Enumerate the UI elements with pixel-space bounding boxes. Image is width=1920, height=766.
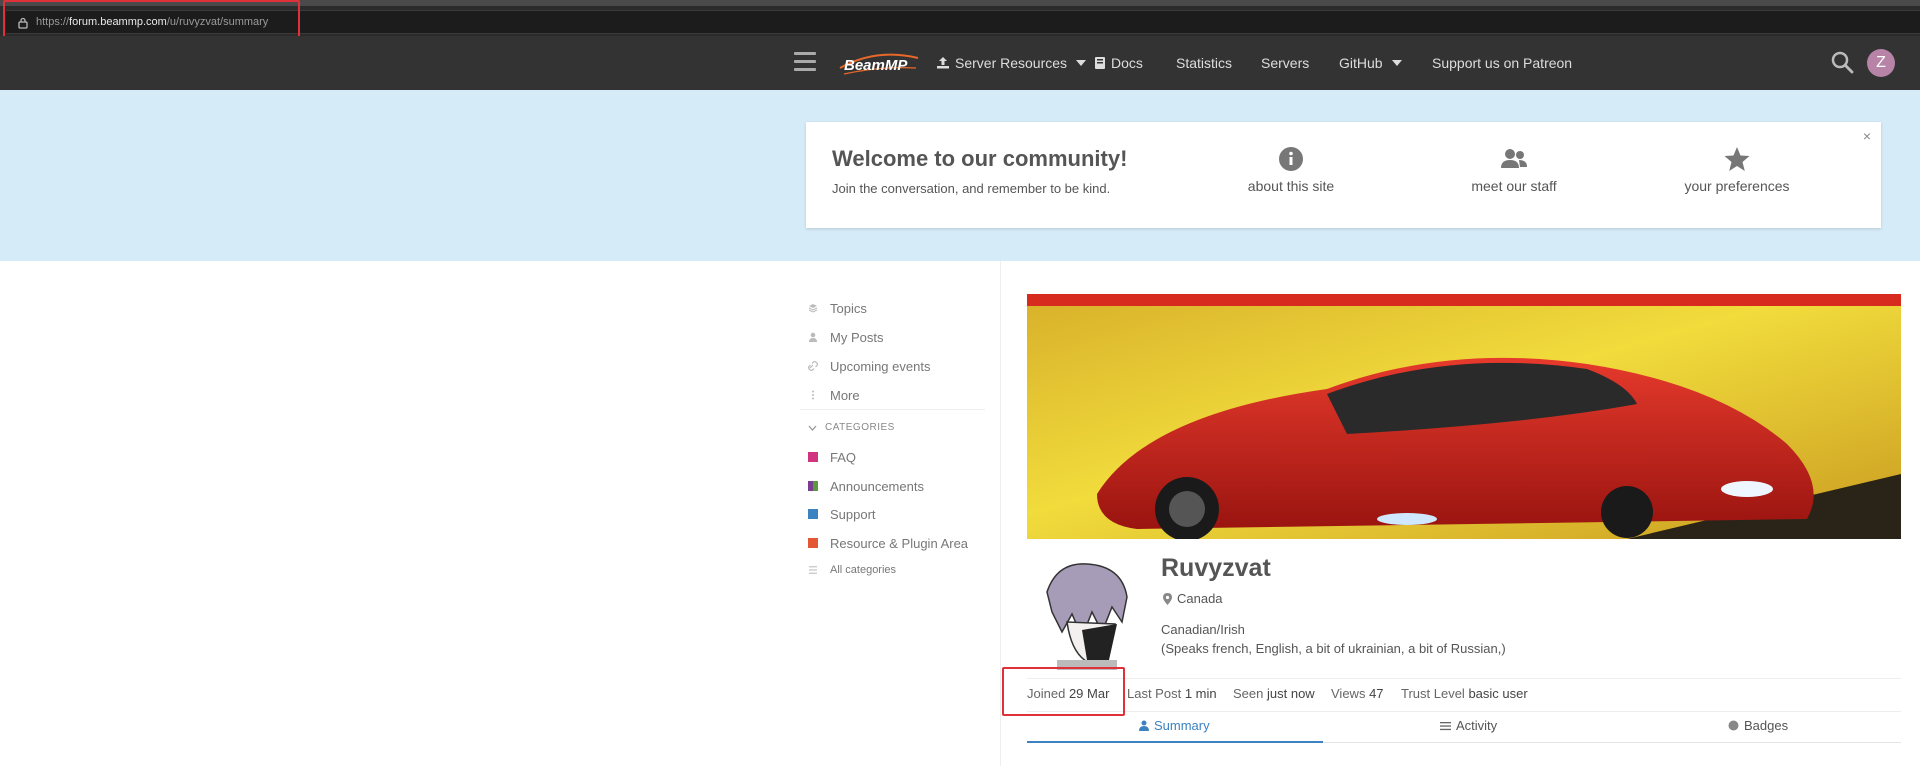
- vertical-ellipsis-icon: [812, 390, 814, 400]
- sidebar-item-my-posts[interactable]: My Posts: [800, 327, 883, 347]
- nav-patreon[interactable]: Support us on Patreon: [1432, 55, 1572, 71]
- caret-down-icon: [1076, 60, 1087, 66]
- category-color-swatch: [808, 481, 818, 491]
- stat-trust-level: Trust Level basic user: [1401, 686, 1528, 701]
- sidebar-item-label: Topics: [830, 300, 867, 316]
- close-icon[interactable]: ×: [1863, 128, 1871, 144]
- meet-our-staff-link[interactable]: meet our staff: [1439, 146, 1589, 196]
- caret-down-icon: [1391, 60, 1402, 66]
- badge-circle-icon: [1728, 720, 1739, 731]
- sidebar-item-label: Resource & Plugin Area: [830, 535, 969, 551]
- sidebar-item-label: My Posts: [830, 329, 884, 345]
- profile-location-text: Canada: [1177, 591, 1223, 606]
- link-icon: [808, 361, 818, 371]
- profile-avatar: [1027, 552, 1145, 670]
- nav-label: Support us on Patreon: [1432, 55, 1573, 71]
- sidebar-item-label: Upcoming events: [830, 358, 931, 374]
- categories-heading: CATEGORIES: [825, 422, 895, 433]
- search-icon[interactable]: [1830, 50, 1854, 74]
- list-icon: [809, 566, 817, 574]
- profile-username: Ruvyzvat: [1161, 554, 1271, 582]
- welcome-subtitle: Join the conversation, and remember to b…: [832, 181, 1111, 196]
- chevron-down-icon: [808, 425, 817, 431]
- sidebar-item-label: Announcements: [830, 478, 924, 494]
- sidebar-category-announcements[interactable]: Announcements: [800, 476, 924, 496]
- nav-servers[interactable]: Servers: [1261, 55, 1309, 71]
- category-color-swatch: [808, 509, 818, 519]
- sidebar-item-label: More: [830, 387, 860, 403]
- hamburger-menu-icon[interactable]: [794, 52, 816, 72]
- svg-text:BeamMP: BeamMP: [844, 57, 908, 74]
- welcome-banner: Welcome to our community! Join the conve…: [806, 122, 1881, 228]
- upload-icon: [937, 57, 949, 69]
- nav-github[interactable]: GitHub: [1339, 55, 1402, 71]
- sidebar-item-upcoming-events[interactable]: Upcoming events: [800, 356, 930, 376]
- star-icon: [1724, 147, 1750, 171]
- sidebar-item-topics[interactable]: Topics: [800, 298, 867, 318]
- sidebar-category-support[interactable]: Support: [800, 504, 876, 524]
- profile-bio-line: Canadian/Irish: [1161, 622, 1245, 637]
- stat-seen: Seen just now: [1233, 686, 1315, 701]
- content-divider: [1000, 261, 1001, 766]
- user-icon: [1139, 720, 1149, 731]
- your-preferences-label: your preferences: [1684, 178, 1790, 194]
- about-this-site-link[interactable]: about this site: [1216, 146, 1366, 196]
- users-icon: [1501, 149, 1527, 168]
- category-color-swatch: [808, 452, 818, 462]
- categories-toggle[interactable]: CATEGORIES: [808, 422, 895, 433]
- sidebar-item-label: Support: [830, 506, 876, 522]
- sidebar-category-resource-plugin-area[interactable]: Resource & Plugin Area: [800, 533, 968, 553]
- about-this-site-label: about this site: [1247, 178, 1335, 194]
- welcome-title: Welcome to our community!: [832, 146, 1128, 171]
- nav-label: GitHub: [1339, 55, 1383, 71]
- nav-statistics[interactable]: Statistics: [1176, 55, 1232, 71]
- stats-divider: [1027, 678, 1901, 679]
- your-preferences-link[interactable]: your preferences: [1662, 146, 1812, 196]
- meet-our-staff-label: meet our staff: [1471, 178, 1557, 194]
- sidebar-item-label: All categories: [830, 564, 897, 576]
- sidebar-item-label: FAQ: [830, 449, 857, 465]
- stat-last-post: Last Post 1 min: [1127, 686, 1217, 701]
- map-pin-icon: [1163, 592, 1172, 605]
- list-icon: [1440, 721, 1451, 730]
- stat-views: Views 47: [1331, 686, 1384, 701]
- stats-divider: [1027, 711, 1901, 712]
- layers-icon: [808, 304, 818, 313]
- beammp-logo[interactable]: BeamMP: [836, 46, 922, 80]
- tab-badges[interactable]: Badges: [1728, 718, 1788, 733]
- active-tab-indicator: [1027, 741, 1323, 743]
- book-icon: [1095, 57, 1105, 69]
- nav-label: Docs: [1111, 55, 1143, 71]
- user-icon: [809, 332, 817, 342]
- tab-label: Summary: [1154, 718, 1210, 733]
- profile-cover-image: [1027, 294, 1901, 539]
- joined-highlight-box: [1002, 667, 1125, 716]
- sidebar-item-more[interactable]: More: [800, 385, 860, 405]
- tab-activity[interactable]: Activity: [1440, 718, 1497, 733]
- profile-location: Canada: [1163, 591, 1223, 606]
- sidebar-category-faq[interactable]: FAQ: [800, 447, 856, 467]
- nav-label: Server Resources: [955, 55, 1068, 71]
- current-user-avatar[interactable]: Z: [1867, 49, 1895, 77]
- info-circle-icon: [1279, 147, 1303, 171]
- sidebar-divider: [800, 409, 985, 410]
- site-header: BeamMP Server Resources Docs Statistics …: [0, 36, 1920, 90]
- nav-label: Servers: [1261, 55, 1310, 71]
- nav-docs[interactable]: Docs: [1094, 55, 1143, 71]
- tab-label: Badges: [1744, 718, 1789, 733]
- tab-label: Activity: [1456, 718, 1498, 733]
- nav-label: Statistics: [1176, 55, 1233, 71]
- tab-summary[interactable]: Summary: [1139, 718, 1210, 733]
- sidebar-all-categories[interactable]: All categories: [800, 560, 896, 580]
- profile-bio-line: (Speaks french, English, a bit of ukrain…: [1161, 641, 1506, 656]
- category-color-swatch: [808, 538, 818, 548]
- nav-server-resources[interactable]: Server Resources: [936, 55, 1087, 71]
